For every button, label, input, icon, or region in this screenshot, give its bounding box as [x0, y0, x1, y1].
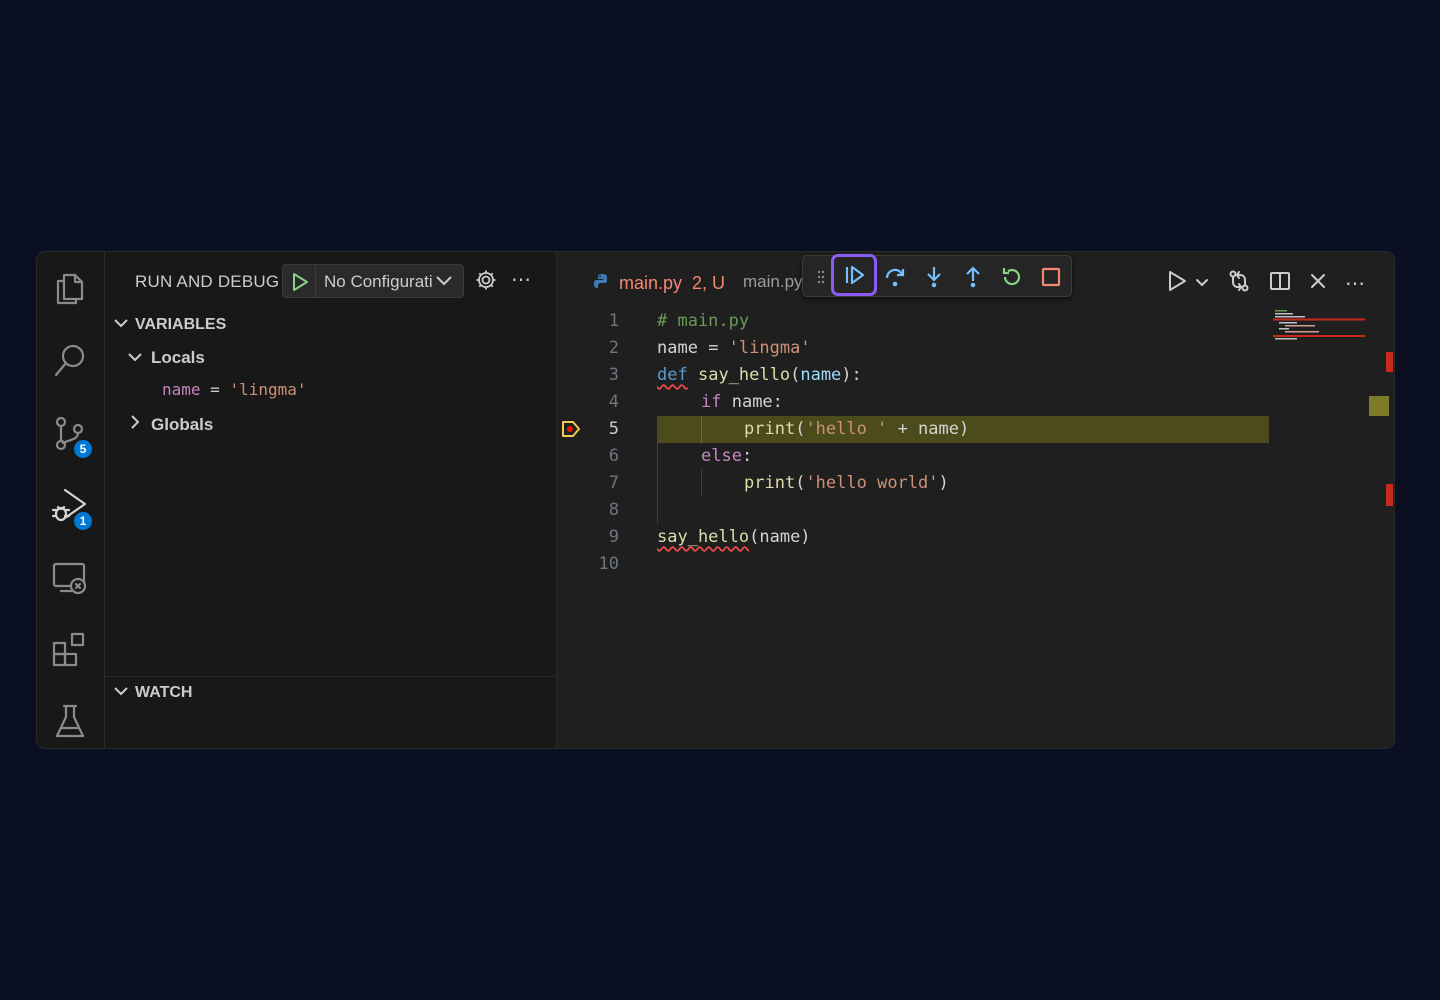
line-number: 1 — [608, 311, 619, 331]
tab-problem-status: 2, U — [692, 273, 726, 293]
line-number: 2 — [608, 338, 619, 358]
tab-title: main.py — [619, 273, 683, 293]
source-control-icon[interactable]: 5 — [50, 414, 94, 460]
watch-divider — [105, 676, 556, 677]
more-actions-icon[interactable]: ⋯ — [511, 267, 532, 292]
tab-main-py[interactable]: main.py 2, U — [593, 272, 725, 295]
code-line: 4 if name: — [557, 389, 1277, 416]
line-number: 7 — [608, 473, 619, 493]
chevron-down-icon — [113, 316, 129, 334]
drag-handle-icon[interactable] — [817, 270, 825, 289]
stop-icon — [1041, 267, 1061, 287]
code-text: print('hello world') — [744, 473, 949, 493]
locals-scope[interactable]: Locals — [127, 348, 205, 368]
config-separator — [315, 265, 316, 297]
locals-label: Locals — [151, 348, 205, 367]
code-line: 8 — [557, 497, 1277, 524]
open-changes-icon[interactable] — [1227, 269, 1251, 298]
python-file-icon — [593, 272, 611, 295]
testing-icon[interactable] — [50, 702, 90, 742]
explorer-icon[interactable] — [50, 268, 90, 308]
step-into-button[interactable] — [918, 261, 950, 293]
chevron-down-icon — [113, 684, 129, 702]
code-text: else: — [701, 446, 753, 466]
restart-icon — [1002, 268, 1021, 286]
remote-explorer-icon[interactable] — [50, 558, 90, 598]
variables-header: VARIABLES — [135, 316, 227, 333]
stop-button[interactable] — [1035, 261, 1067, 293]
step-over-icon — [885, 268, 905, 287]
current-execution-line: 5 print('hello ' + name) — [557, 416, 1277, 443]
variable-name: name — [162, 380, 201, 399]
line-number: 4 — [608, 392, 619, 412]
config-label: No Configurati — [324, 272, 432, 291]
watch-section-header[interactable]: WATCH — [113, 684, 192, 702]
code-text: # main.py — [657, 311, 750, 331]
code-line: 6 else: — [557, 443, 1277, 470]
restart-button[interactable] — [996, 261, 1028, 293]
more-actions-icon[interactable]: ⋯ — [1345, 271, 1366, 296]
run-debug-icon[interactable]: 1 — [50, 486, 94, 532]
globals-label: Globals — [151, 414, 214, 434]
chevron-down-icon — [127, 348, 143, 368]
continue-icon — [845, 265, 865, 285]
minimap[interactable] — [1273, 308, 1367, 342]
run-debug-sidebar: RUN AND DEBUG No Configurati ⋯ VARIABLES… — [105, 252, 557, 748]
debug-toolbar — [802, 254, 1072, 297]
watch-header: WATCH — [135, 684, 193, 701]
error-marker — [1386, 352, 1393, 372]
code-text: say_hello(name) — [657, 527, 811, 547]
chevron-right-icon — [127, 414, 143, 435]
error-marker — [1386, 484, 1393, 506]
line-number: 9 — [608, 527, 619, 547]
line-number: 5 — [608, 419, 619, 439]
line-number: 6 — [608, 446, 619, 466]
step-over-button[interactable] — [879, 261, 911, 293]
variable-eq: = — [210, 380, 220, 399]
source-control-badge: 5 — [72, 438, 94, 460]
debug-badge: 1 — [72, 510, 94, 532]
sidebar-title: RUN AND DEBUG — [135, 272, 280, 291]
split-editor-icon[interactable] — [1269, 270, 1291, 297]
close-icon[interactable] — [1309, 272, 1327, 295]
code-text: name = 'lingma' — [657, 338, 811, 358]
editor-actions: ⋯ — [1167, 269, 1366, 298]
activity-bar: 5 1 — [37, 252, 105, 748]
step-out-icon — [966, 266, 980, 288]
code-text: if name: — [701, 392, 783, 412]
search-icon[interactable] — [50, 340, 90, 380]
tab-main-py-secondary[interactable]: main.py — [743, 272, 803, 292]
debug-config-dropdown[interactable]: No Configurati — [282, 264, 464, 298]
run-python-file-icon[interactable] — [1167, 270, 1187, 297]
line-number: 3 — [608, 365, 619, 385]
code-line: 10 — [557, 551, 1277, 578]
code-text: print('hello ' + name) — [744, 419, 970, 439]
variable-row[interactable]: name = 'lingma' — [162, 380, 307, 399]
editor-area: main.py 2, U main.py ⋯ 1 # main.py 2 nam… — [557, 252, 1394, 748]
code-line: 9 say_hello(name) — [557, 524, 1277, 551]
variable-value: 'lingma' — [229, 380, 307, 399]
code-line: 2 name = 'lingma' — [557, 335, 1277, 362]
code-line: 7 print('hello world') — [557, 470, 1277, 497]
step-out-button[interactable] — [957, 261, 989, 293]
variables-section-header[interactable]: VARIABLES — [113, 316, 226, 334]
extensions-icon[interactable] — [50, 630, 90, 670]
continue-button[interactable] — [831, 254, 877, 296]
line-number: 10 — [598, 554, 619, 574]
current-line-marker — [1369, 396, 1389, 416]
chevron-down-icon[interactable] — [1195, 275, 1209, 293]
code-line: 3 def say_hello(name): — [557, 362, 1277, 389]
line-number: 8 — [608, 500, 619, 520]
step-into-icon — [927, 267, 941, 288]
vscode-window: 5 1 RUN AND DEBUG No Configurati ⋯ VARIA… — [37, 252, 1394, 748]
code-line: 1 # main.py — [557, 308, 1277, 335]
start-debugging-icon[interactable] — [291, 272, 309, 297]
gear-icon[interactable] — [475, 269, 497, 296]
globals-scope[interactable]: Globals — [127, 414, 213, 435]
chevron-down-icon[interactable] — [435, 274, 453, 293]
indent-guide — [701, 416, 702, 443]
code-text: def say_hello(name): — [657, 365, 862, 385]
